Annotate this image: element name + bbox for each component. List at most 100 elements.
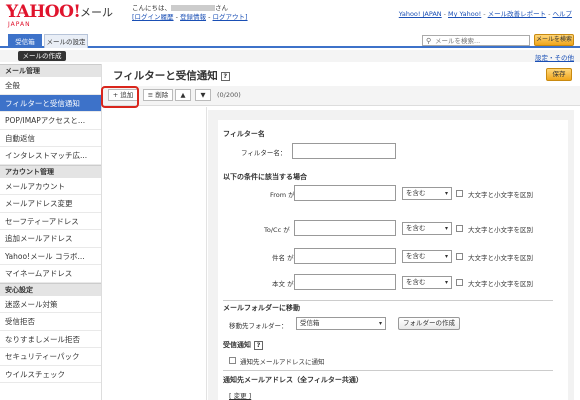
filter-form-pane: フィルター名 フィルター名： 以下の条件に該当する場合 From が を含む ▾ … (208, 110, 574, 400)
filter-count: (0/200) (217, 91, 241, 99)
sidebar-item-mail-account[interactable]: メールアカウント (0, 178, 101, 195)
dropdown-arrow-icon: ▾ (444, 279, 448, 286)
move-down-button[interactable]: ▼ (195, 89, 211, 101)
compose-bar: メールの作成 設定・その他 (0, 50, 580, 62)
sidebar-item-block[interactable]: 受信拒否 (0, 313, 101, 331)
sidebar-section-account: アカウント管理 (0, 164, 101, 178)
condition-tocc-match-select[interactable]: を含む ▾ (402, 222, 452, 235)
condition-tocc-input[interactable] (294, 220, 396, 236)
notify-address-heading: 通知先メールアドレス（全フィルター共通） (223, 376, 363, 384)
sidebar-item-address-change[interactable]: メールアドレス変更 (0, 195, 101, 213)
yahoo-logo[interactable]: YAHOO! JAPAN (6, 4, 81, 29)
page-title-text: フィルターと受信通知 (113, 70, 218, 82)
condition-body-match: を含む (406, 278, 426, 286)
filter-toolbar: + 追加 ≡ 削除 ▲ ▼ (0/200) (103, 86, 580, 106)
greeting-text: こんにちは、 (132, 4, 171, 12)
sidebar-item-filters[interactable]: フィルターと受信通知 (0, 94, 101, 112)
help-link[interactable]: ヘルプ (553, 10, 573, 18)
login-history-link[interactable]: [ログイン履歴 (132, 13, 174, 21)
sidebar-item-collab[interactable]: Yahoo!メール コラボ... (0, 248, 101, 265)
condition-from-label: From が (270, 191, 295, 199)
search-input[interactable] (435, 36, 527, 45)
tab-inbox[interactable]: 受信箱 (8, 34, 42, 48)
greeting-block: こんにちは、 さん [ログイン履歴 - 登録情報 - ログアウト] (132, 4, 248, 21)
notify-checkbox[interactable] (229, 357, 236, 364)
register-info-link[interactable]: 登録情報 (180, 13, 206, 21)
change-address-link[interactable]: [ 変更 ] (229, 390, 251, 400)
logout-link[interactable]: ログアウト] (213, 13, 248, 21)
condition-subject-label: 件名 が (272, 254, 294, 262)
condition-subject-match: を含む (406, 252, 426, 260)
conditions-heading: 以下の条件に該当する場合 (223, 173, 307, 181)
tab-mail-settings[interactable]: メールの設定 (44, 34, 88, 48)
sidebar-item-myname-address[interactable]: マイネームアドレス (0, 265, 101, 283)
condition-subject-input[interactable] (294, 248, 396, 264)
sidebar-item-pop-imap[interactable]: POP/IMAPアクセスと... (0, 112, 101, 130)
sidebar-section-mail-management: メール管理 (0, 64, 101, 77)
move-up-button[interactable]: ▲ (175, 89, 191, 101)
notify-help-icon[interactable]: ? (254, 340, 263, 350)
sidebar-section-security: 安心設定 (0, 282, 101, 296)
move-folder-label: 移動先フォルダー： (229, 322, 288, 330)
condition-from-case-label: 大文字と小文字を区別 (468, 191, 533, 199)
search-box[interactable]: ⚲ (422, 35, 530, 46)
greeting-suffix: さん (215, 4, 228, 12)
condition-body-match-select[interactable]: を含む ▾ (402, 276, 452, 289)
condition-body-input[interactable] (294, 274, 396, 290)
sidebar-item-spoofing[interactable]: なりすましメール拒否 (0, 331, 101, 348)
condition-subject-match-select[interactable]: を含む ▾ (402, 250, 452, 263)
sidebar-item-auto-reply[interactable]: 自動返信 (0, 130, 101, 147)
filter-list[interactable] (103, 107, 207, 400)
divider (223, 300, 553, 301)
divider (223, 370, 553, 371)
condition-body-case-checkbox[interactable] (456, 279, 463, 286)
filter-name-heading: フィルター名 (223, 130, 265, 138)
mail-search-button[interactable]: メールを検索 (534, 34, 574, 46)
page-title: フィルターと受信通知? (113, 68, 230, 83)
sidebar-item-additional-address[interactable]: 追加メールアドレス (0, 230, 101, 248)
settings-other-link[interactable]: 設定・その他 (535, 52, 574, 62)
create-folder-button[interactable]: フォルダーの作成 (398, 317, 460, 330)
condition-from-match-select[interactable]: を含む ▾ (402, 187, 452, 200)
filter-name-label: フィルター名： (241, 149, 287, 157)
notify-checkbox-label: 通知先メールアドレスに通知 (240, 358, 325, 366)
delete-filter-button[interactable]: ≡ 削除 (143, 89, 173, 101)
condition-tocc-case-checkbox[interactable] (456, 225, 463, 232)
condition-from-input[interactable] (294, 185, 396, 201)
sidebar-item-spam[interactable]: 迷惑メール対策 (0, 296, 101, 313)
condition-body-label: 本文 が (272, 280, 294, 288)
settings-sidebar: メール管理 全般 フィルターと受信通知 POP/IMAPアクセスと... 自動返… (0, 64, 102, 400)
condition-from-case-checkbox[interactable] (456, 190, 463, 197)
app-name: メール (80, 6, 113, 19)
condition-body-case-label: 大文字と小文字を区別 (468, 280, 533, 288)
compose-button[interactable]: メールの作成 (18, 51, 66, 61)
notify-heading: 受信通知? (223, 340, 263, 350)
dropdown-arrow-icon: ▾ (444, 190, 448, 197)
sidebar-item-virus-check[interactable]: ウイルスチェック (0, 366, 101, 383)
sidebar-item-security-pack[interactable]: セキュリティーパック (0, 348, 101, 366)
username-redacted (171, 5, 215, 11)
sidebar-item-general[interactable]: 全般 (0, 77, 101, 95)
dropdown-arrow-icon: ▾ (444, 253, 448, 260)
notify-heading-text: 受信通知 (223, 341, 251, 349)
filter-name-input[interactable] (292, 143, 396, 159)
header: YAHOO! JAPAN メール こんにちは、 さん [ログイン履歴 - 登録情報… (0, 0, 580, 32)
delete-label: 削除 (155, 91, 169, 99)
condition-tocc-case-label: 大文字と小文字を区別 (468, 226, 533, 234)
condition-from-match: を含む (406, 189, 426, 197)
dropdown-arrow-icon: ▾ (378, 320, 382, 327)
top-links: Yahoo! JAPAN - My Yahoo! - メール改善レポート - ヘルプ (398, 10, 573, 18)
sidebar-item-interest-match[interactable]: インタレストマッチ広... (0, 147, 101, 165)
move-folder-select[interactable]: 受信箱 ▾ (296, 317, 386, 330)
yahoo-japan-link[interactable]: Yahoo! JAPAN (399, 10, 442, 18)
condition-subject-case-label: 大文字と小文字を区別 (468, 254, 533, 262)
condition-subject-case-checkbox[interactable] (456, 253, 463, 260)
highlight-annotation (101, 86, 139, 108)
save-button[interactable]: 保存 (546, 68, 572, 81)
logo-sub: JAPAN (8, 21, 31, 28)
improvement-report-link[interactable]: メール改善レポート (488, 10, 547, 18)
help-icon[interactable]: ? (220, 71, 230, 81)
my-yahoo-link[interactable]: My Yahoo! (448, 10, 481, 18)
filter-form: フィルター名 フィルター名： 以下の条件に該当する場合 From が を含む ▾ … (218, 120, 568, 400)
sidebar-item-safety-address[interactable]: セーフティーアドレス (0, 213, 101, 230)
